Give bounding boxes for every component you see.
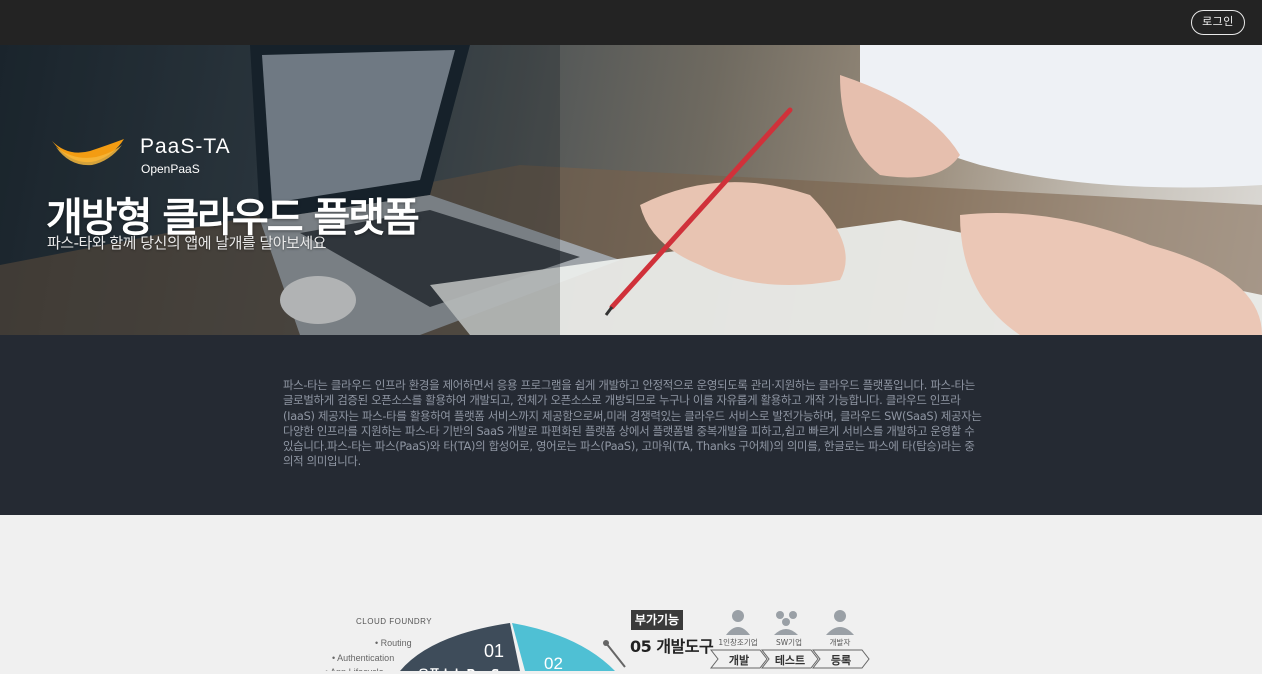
- architecture-diagram: CLOUD FOUNDRY • Routing • Authentication…: [0, 515, 1262, 673]
- role-icon-3: [826, 610, 854, 635]
- addon-badge: 부가기능: [631, 610, 683, 630]
- role-icon-1: [726, 610, 750, 635]
- intro-section: 파스-타는 클라우드 인프라 환경을 제어하면서 응용 프로그램을 쉽게 개발하…: [0, 335, 1262, 515]
- hero-banner: PaaS-TA OpenPaaS 개방형 클라우드 플랫폼 파스-타와 함께 당…: [0, 45, 1262, 335]
- top-navigation-bar: 로그인: [0, 0, 1262, 45]
- login-button[interactable]: 로그인: [1191, 10, 1245, 35]
- ring-segment-02: [512, 623, 615, 671]
- intro-paragraph: 파스-타는 클라우드 인프라 환경을 제어하면서 응용 프로그램을 쉽게 개발하…: [283, 378, 982, 469]
- role-icon-2: [774, 611, 798, 635]
- segment-01-number: 01: [484, 641, 505, 661]
- role-label-startup: 1인창조기업: [718, 638, 758, 647]
- step-develop: 개발: [728, 654, 750, 667]
- step-register: 등록: [830, 654, 852, 667]
- role-label-developer: 개발자: [829, 638, 851, 647]
- segment-01-label: 오픈소스 PaaS: [418, 665, 500, 671]
- brand-name: PaaS-TA: [140, 135, 231, 158]
- dev-tools-title: 05 개발도구: [630, 637, 714, 656]
- role-label-sw-company: SW기업: [776, 638, 802, 647]
- segment-02-number: 02: [544, 654, 563, 673]
- step-test: 테스트: [774, 654, 806, 667]
- brand-subtitle: OpenPaaS: [141, 162, 200, 176]
- hero-subtitle: 파스-타와 함께 당신의 앱에 날개를 달아보세요: [47, 234, 326, 252]
